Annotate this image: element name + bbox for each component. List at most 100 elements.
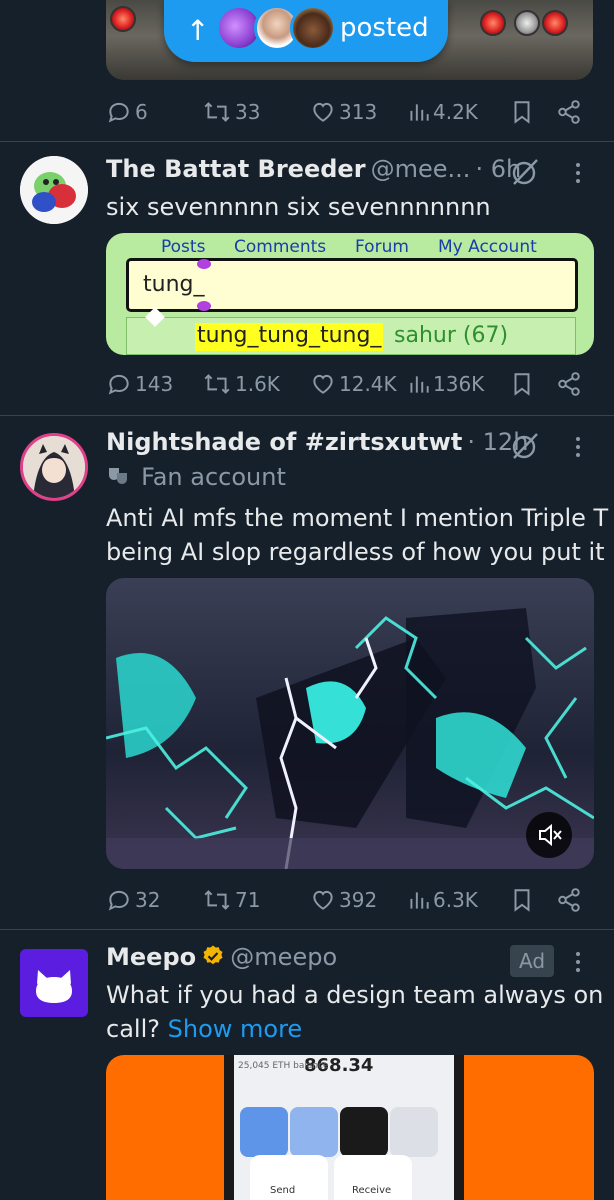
receive-label: Receive — [352, 1185, 392, 1196]
like-button[interactable]: 12.4K — [310, 366, 397, 402]
tweet-text-line: call? — [106, 1015, 160, 1043]
phone-mockup: 868.34 25,045 ETH balance Send Receive — [224, 1055, 464, 1200]
divider — [0, 415, 614, 416]
reply-count: 32 — [135, 888, 161, 912]
sparkle-decoration — [197, 259, 211, 269]
tail-light — [542, 10, 568, 36]
show-more-link[interactable]: Show more — [168, 1015, 303, 1043]
repost-count: 1.6K — [235, 372, 280, 396]
tail-light — [480, 10, 506, 36]
like-button[interactable]: 313 — [310, 94, 377, 130]
verified-badge-icon — [203, 945, 223, 965]
repost-button[interactable]: 33 — [202, 94, 260, 130]
bookmark-icon — [514, 889, 530, 912]
share-button[interactable] — [556, 366, 582, 402]
tweet-3-actions: 32 71 392 6.3K — [106, 882, 581, 918]
share-button[interactable] — [556, 882, 582, 918]
reply-button[interactable]: 6 — [106, 94, 148, 130]
grok-icon[interactable] — [509, 430, 541, 462]
bookmark-icon — [514, 101, 530, 124]
views-count: 136K — [433, 372, 485, 396]
repost-icon — [204, 890, 230, 910]
views-button[interactable]: 136K — [408, 366, 484, 402]
like-count: 392 — [339, 888, 378, 912]
forum-search-box: tung_ — [126, 258, 578, 312]
repost-icon — [204, 102, 230, 122]
tweet-text-line: Anti AI mfs the moment I mention Triple … — [106, 504, 609, 532]
tail-light — [110, 6, 136, 32]
send-label: Send — [270, 1185, 296, 1196]
wallet-card — [390, 1107, 438, 1157]
banner-label: posted — [340, 13, 429, 43]
tweet-2-actions: 143 1.6K 12.4K 136K — [106, 366, 581, 402]
reply-button[interactable]: 32 — [106, 882, 160, 918]
forum-nav-comments: Comments — [234, 237, 327, 257]
mute-icon — [539, 823, 562, 847]
share-icon — [558, 372, 580, 396]
display-name[interactable]: The Battat Breeder — [106, 155, 366, 183]
tweet-header: Nightshade of #zirtsxutwt · 12h — [106, 428, 528, 456]
forum-nav-forum: Forum — [355, 237, 409, 257]
send-tile: Send — [250, 1155, 328, 1200]
ad-media[interactable]: 868.34 25,045 ETH balance Send Receive — [106, 1055, 594, 1200]
heart-icon — [313, 102, 333, 122]
arrow-up-icon: ↑ — [186, 14, 210, 47]
display-name[interactable]: Meepo — [106, 943, 196, 971]
divider — [0, 929, 614, 930]
forum-suggestion: tung_tung_tung_ sahur (67) — [126, 317, 576, 355]
tail-light — [514, 10, 540, 36]
repost-button[interactable]: 71 — [202, 882, 260, 918]
divider — [0, 141, 614, 142]
avatar[interactable] — [20, 156, 88, 224]
reply-button[interactable]: 143 — [106, 366, 173, 402]
sparkle-decoration — [197, 301, 211, 311]
meepo-logo[interactable] — [20, 949, 88, 1017]
grok-icon[interactable] — [509, 156, 541, 188]
bookmark-button[interactable] — [510, 882, 534, 918]
more-icon[interactable] — [570, 949, 586, 979]
suggestion-highlight: tung_tung_tung_ — [195, 323, 384, 351]
repost-button[interactable]: 1.6K — [202, 366, 280, 402]
repost-count: 33 — [235, 100, 261, 124]
new-posts-banner[interactable]: ↑ posted — [164, 0, 448, 62]
views-icon — [410, 104, 429, 121]
fan-account-badge: Fan account — [106, 463, 286, 491]
reply-count: 6 — [135, 100, 148, 124]
handle[interactable]: @meepo — [230, 943, 337, 971]
avatar — [290, 5, 336, 51]
views-icon — [410, 376, 429, 393]
tweet-2-media[interactable]: Posts Comments Forum My Account tung_ tu… — [106, 233, 594, 355]
like-button[interactable]: 392 — [310, 882, 377, 918]
reply-count: 143 — [135, 372, 174, 396]
heart-icon — [313, 890, 333, 910]
heart-icon — [313, 374, 333, 394]
more-icon[interactable] — [570, 434, 586, 464]
forum-search-query: tung_ — [143, 272, 205, 297]
theater-masks-icon — [109, 468, 127, 484]
reply-icon — [108, 890, 129, 911]
tweet-header: The Battat Breeder @mee... · 6h — [106, 155, 521, 183]
more-icon[interactable] — [570, 160, 586, 190]
tweet-text: six sevennnnn six sevennnnnnn — [106, 193, 491, 221]
like-count: 12.4K — [339, 372, 397, 396]
tweet-3-video[interactable] — [106, 578, 594, 869]
mute-button[interactable] — [526, 812, 572, 858]
share-button[interactable] — [556, 94, 582, 130]
phone-screen: 868.34 25,045 ETH balance Send Receive — [234, 1055, 454, 1200]
tweet-text-line: What if you had a design team always on — [106, 981, 604, 1009]
avatar[interactable] — [20, 433, 88, 501]
views-button[interactable]: 4.2K — [408, 94, 478, 130]
reply-icon — [108, 102, 129, 123]
repost-count: 71 — [235, 888, 261, 912]
handle[interactable]: @mee... — [371, 155, 471, 183]
bookmark-button[interactable] — [510, 366, 534, 402]
cat-icon — [36, 970, 72, 1003]
display-name[interactable]: Nightshade of #zirtsxutwt — [106, 428, 462, 456]
tweet-text-line: being AI slop regardless of how you put … — [106, 538, 605, 566]
like-count: 313 — [339, 100, 378, 124]
views-button[interactable]: 6.3K — [408, 882, 478, 918]
bookmark-button[interactable] — [510, 94, 534, 130]
tweet-1-actions: 6 33 313 4.2K — [106, 94, 581, 130]
forum-nav-posts: Posts — [161, 237, 206, 257]
repost-icon — [204, 374, 230, 394]
